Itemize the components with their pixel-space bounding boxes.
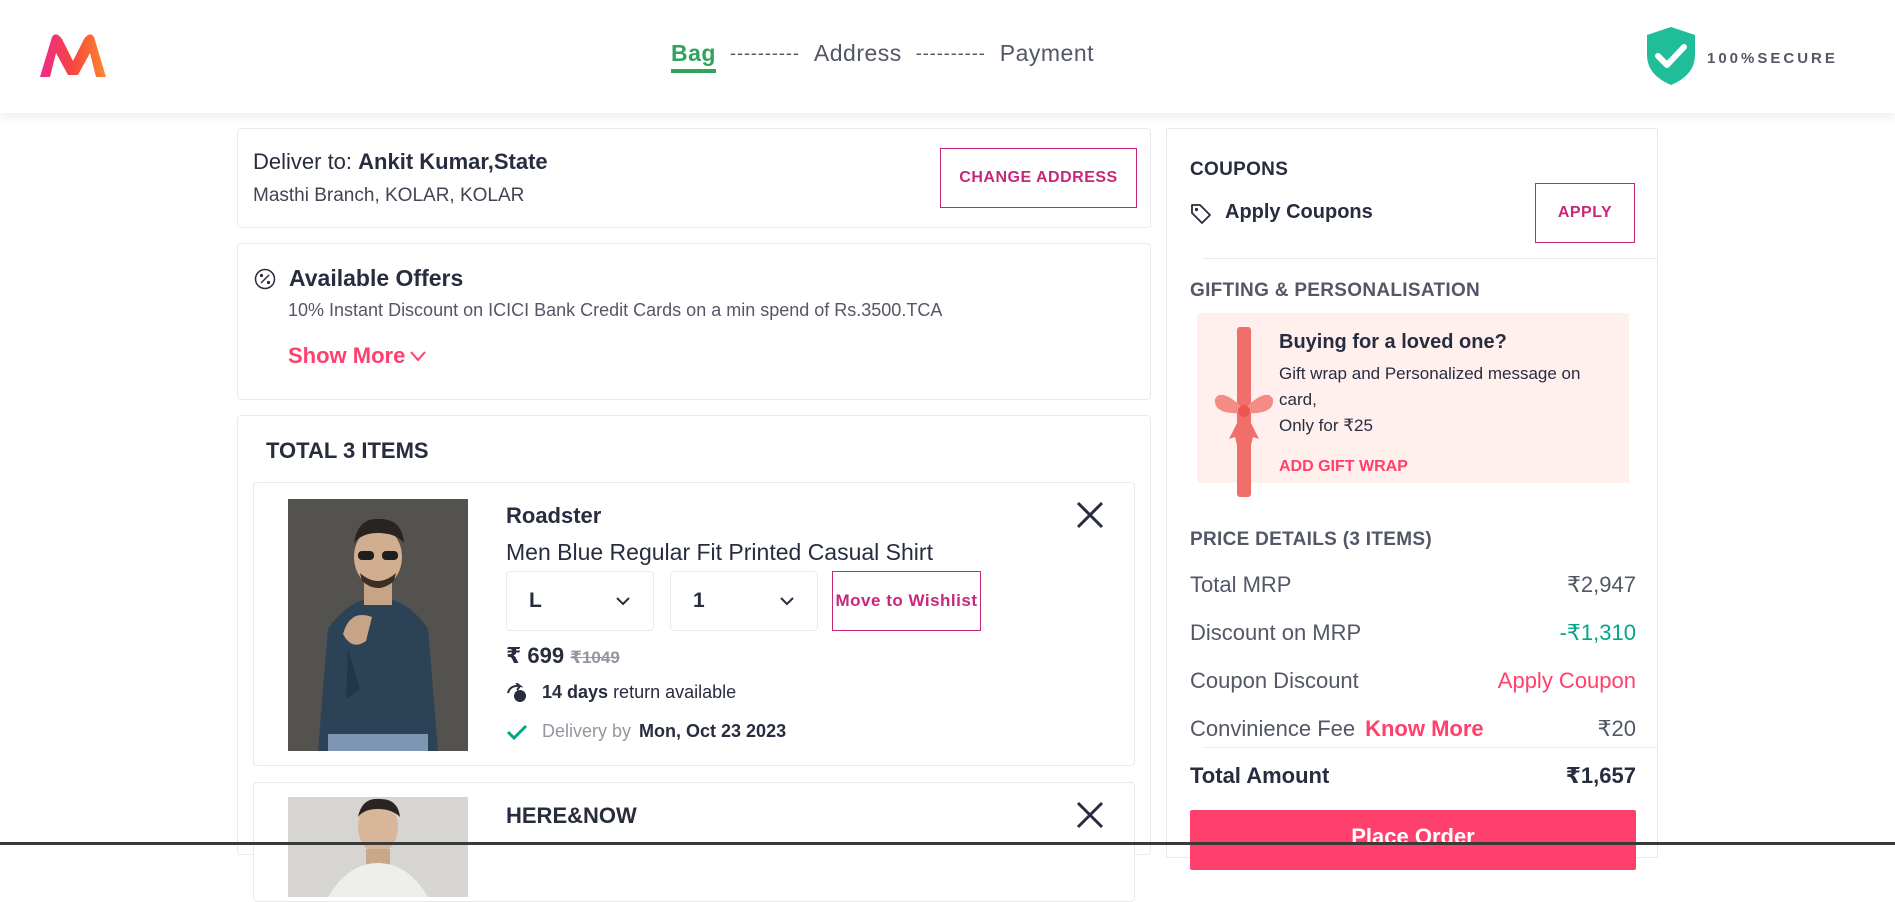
total-amount-row: Total Amount ₹1,657 (1190, 763, 1636, 789)
price-value: -₹1,310 (1559, 620, 1636, 645)
product-brand: Roadster (506, 503, 602, 528)
size-value: L (529, 589, 542, 612)
gift-ribbon-icon (1213, 327, 1274, 497)
step-address[interactable]: Address (814, 40, 902, 73)
bag-item: Roadster Men Blue Regular Fit Printed Ca… (253, 482, 1135, 766)
checkout-steps: Bag ---------- Address ---------- Paymen… (671, 40, 1094, 80)
show-more-label: Show More (288, 343, 406, 368)
price-row-convenience: Convinience Fee Know More ₹20 (1190, 716, 1636, 742)
gift-description: Gift wrap and Personalized message on ca… (1279, 361, 1599, 439)
address-line: Masthi Branch, KOLAR, KOLAR (253, 185, 525, 206)
step-bag[interactable]: Bag (671, 40, 716, 73)
price-details-heading: PRICE DETAILS (3 ITEMS) (1190, 529, 1432, 550)
quantity-select[interactable]: 1 (670, 571, 818, 631)
divider (1203, 258, 1658, 259)
deliver-prefix: Deliver to: (253, 149, 353, 174)
price-label: Coupon Discount (1190, 668, 1359, 693)
gift-title: Buying for a loved one? (1279, 331, 1507, 353)
change-address-button[interactable]: CHANGE ADDRESS (940, 148, 1137, 208)
deliver-to: Deliver to: Ankit Kumar,State (253, 149, 548, 175)
secure-label: 100%SECURE (1707, 50, 1838, 67)
product-brand: HERE&NOW (506, 803, 637, 828)
address-card: Deliver to: Ankit Kumar,State Masthi Bra… (237, 128, 1151, 228)
step-payment[interactable]: Payment (1000, 40, 1094, 73)
delivery-date: Mon, Oct 23 2023 (639, 721, 787, 741)
offers-card: Available Offers 10% Instant Discount on… (237, 243, 1151, 400)
divider (1203, 747, 1658, 748)
return-arrow-icon (506, 682, 528, 703)
offers-title: Available Offers (289, 265, 464, 291)
step-separator: ---------- (729, 43, 800, 63)
close-icon[interactable] (1074, 499, 1106, 531)
price-row-total-mrp: Total MRP ₹2,947 (1190, 572, 1636, 598)
check-icon (506, 723, 528, 741)
header: Bag ---------- Address ---------- Paymen… (0, 0, 1895, 113)
gifting-heading: GIFTING & PERSONALISATION (1190, 280, 1481, 301)
know-more-link[interactable]: Know More (1365, 716, 1484, 741)
price-label: Convinience Fee (1190, 716, 1356, 741)
mrp-price: ₹1049 (570, 648, 620, 667)
chevron-down-icon (409, 350, 427, 362)
delivery-info: Delivery by Mon, Oct 23 2023 (506, 721, 786, 742)
close-icon[interactable] (1074, 799, 1106, 831)
step-separator: ---------- (915, 43, 986, 63)
chevron-down-icon (615, 596, 631, 606)
gift-desc-line: Gift wrap and Personalized message on ca… (1279, 364, 1581, 409)
items-count-title: TOTAL 3 ITEMS (266, 438, 429, 463)
apply-coupon-button[interactable]: APPLY (1535, 183, 1635, 243)
delivery-label: Delivery by (542, 721, 632, 741)
qty-value: 1 (693, 589, 705, 612)
gift-wrap-box: Buying for a loved one? Gift wrap and Pe… (1197, 313, 1629, 497)
total-label: Total Amount (1190, 763, 1330, 788)
total-value: ₹1,657 (1565, 763, 1636, 788)
return-info: 14 days return available (506, 682, 736, 703)
product-image[interactable] (288, 499, 468, 751)
bag-items-card: TOTAL 3 ITEMS Roadster Men Blue Regular … (237, 415, 1151, 902)
price-row-coupon: Coupon Discount Apply Coupon (1190, 668, 1636, 694)
size-select[interactable]: L (506, 571, 654, 631)
price-row: ₹ 699 ₹1049 (506, 643, 620, 669)
coupons-heading: COUPONS (1190, 159, 1289, 180)
product-image[interactable] (288, 797, 468, 897)
price-value: ₹20 (1597, 716, 1636, 741)
price-row-discount: Discount on MRP -₹1,310 (1190, 620, 1636, 646)
return-text: return available (613, 682, 737, 702)
chevron-down-icon (779, 596, 795, 606)
apply-coupons-label: Apply Coupons (1225, 201, 1373, 223)
move-to-wishlist-button[interactable]: Move to Wishlist (832, 571, 981, 631)
add-gift-wrap-link[interactable]: ADD GIFT WRAP (1279, 458, 1408, 476)
price-label: Total MRP (1190, 572, 1292, 597)
myntra-logo[interactable] (38, 33, 108, 78)
return-days: 14 days (542, 682, 609, 702)
gift-price-line: Only for ₹25 (1279, 416, 1373, 435)
selling-price: ₹ 699 (506, 643, 565, 668)
show-more-link[interactable]: Show More (288, 343, 427, 369)
deliver-name: Ankit Kumar,State (358, 149, 548, 174)
tag-icon (1190, 203, 1212, 230)
discount-icon (254, 268, 276, 295)
secure-badge: 100%SECURE (1643, 25, 1838, 92)
price-label: Discount on MRP (1190, 620, 1362, 645)
offer-text: 10% Instant Discount on ICICI Bank Credi… (288, 300, 943, 320)
shield-check-icon (1643, 25, 1699, 92)
place-order-button[interactable]: Place Order (1190, 810, 1636, 870)
apply-coupon-link[interactable]: Apply Coupon (1498, 668, 1636, 694)
product-name: Men Blue Regular Fit Printed Casual Shir… (506, 539, 933, 565)
price-value: ₹2,947 (1566, 572, 1636, 597)
order-summary-panel: COUPONS Apply Coupons APPLY GIFTING & PE… (1166, 128, 1658, 870)
price-label-group: Convinience Fee Know More (1190, 716, 1484, 742)
